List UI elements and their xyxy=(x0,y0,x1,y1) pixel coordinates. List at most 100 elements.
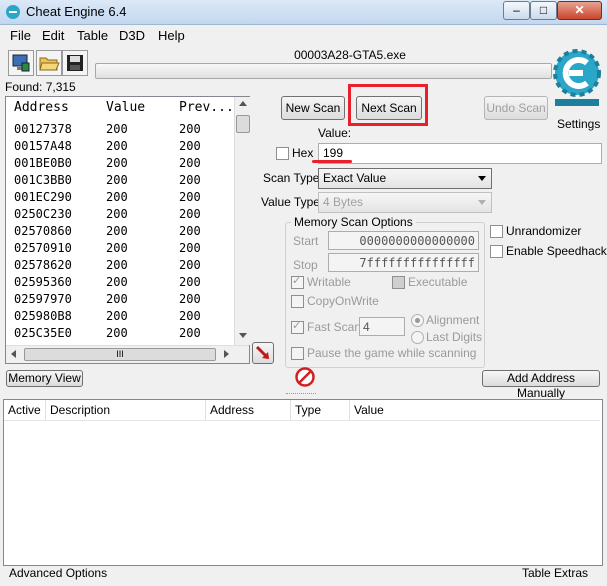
address-table[interactable]: Active Description Address Type Value xyxy=(3,399,603,566)
scan-type-select[interactable]: Exact Value xyxy=(318,168,492,189)
menu-help[interactable]: Help xyxy=(158,28,185,43)
memory-scan-options-label: Memory Scan Options xyxy=(291,215,416,229)
undo-scan-button[interactable]: Undo Scan xyxy=(484,96,548,120)
col-type-header[interactable]: Type xyxy=(291,400,350,420)
col-address-header[interactable]: Address xyxy=(206,400,291,420)
menu-table[interactable]: Table xyxy=(77,28,108,43)
memory-view-button[interactable]: Memory View xyxy=(6,370,83,387)
row-address: 02570860 xyxy=(14,224,72,238)
minimize-button[interactable]: – xyxy=(503,1,530,20)
table-row[interactable]: 001BE0B0 200 200 xyxy=(6,155,234,172)
table-row[interactable]: 00157A48 200 200 xyxy=(6,138,234,155)
open-file-button[interactable] xyxy=(36,50,62,76)
process-name: 00003A28-GTA5.exe xyxy=(294,48,406,62)
executable-label: Executable xyxy=(408,275,468,289)
table-row[interactable]: 02578620 200 200 xyxy=(6,257,234,274)
value-type-value: 4 Bytes xyxy=(323,195,364,209)
col-previous-header[interactable]: Prev... xyxy=(179,97,234,119)
col-active-header[interactable]: Active xyxy=(4,400,46,420)
results-vertical-scrollbar[interactable] xyxy=(234,97,250,345)
table-extras-link[interactable]: Table Extras xyxy=(522,566,588,580)
table-row[interactable]: 02570910 200 200 xyxy=(6,240,234,257)
stop-scan-button[interactable] xyxy=(295,367,315,387)
menu-d3d[interactable]: D3D xyxy=(119,28,145,43)
row-value: 200 xyxy=(106,292,128,306)
value-input[interactable]: 199 xyxy=(318,143,602,164)
value-label: Value: xyxy=(318,126,352,140)
row-previous: 200 xyxy=(179,292,201,306)
scroll-left-icon[interactable] xyxy=(11,350,16,358)
row-value: 200 xyxy=(106,326,128,340)
executable-checkbox[interactable] xyxy=(392,276,405,289)
menu-edit[interactable]: Edit xyxy=(42,28,64,43)
scroll-up-icon[interactable] xyxy=(239,101,247,106)
row-address: 02570910 xyxy=(14,241,72,255)
copyonwrite-checkbox[interactable] xyxy=(291,295,304,308)
add-address-manually-button[interactable]: Add Address Manually xyxy=(482,370,600,400)
value-type-label: Value Type xyxy=(261,195,320,209)
menu-file[interactable]: File xyxy=(10,28,31,43)
advanced-options-link[interactable]: Advanced Options xyxy=(9,566,107,580)
stop-address-input[interactable]: 7fffffffffffffff xyxy=(328,253,479,272)
col-description-header[interactable]: Description xyxy=(46,400,206,420)
hex-checkbox[interactable] xyxy=(276,147,289,160)
row-address: 0250C230 xyxy=(14,207,72,221)
unrandomizer-checkbox[interactable] xyxy=(490,225,503,238)
table-row[interactable]: 02570860 200 200 xyxy=(6,223,234,240)
start-address-input[interactable]: 0000000000000000 xyxy=(328,231,479,250)
col-value-header[interactable]: Value xyxy=(350,400,600,420)
alignment-radio[interactable] xyxy=(411,314,424,327)
red-arrow-icon xyxy=(255,345,270,360)
row-value: 200 xyxy=(106,156,128,170)
speedhack-checkbox[interactable] xyxy=(490,245,503,258)
horizontal-scroll-thumb[interactable]: III xyxy=(24,348,216,361)
scan-type-value: Exact Value xyxy=(323,171,387,185)
title-bar: Cheat Engine 6.4 – □ ✕ xyxy=(0,0,607,25)
row-value: 200 xyxy=(106,258,128,272)
maximize-button[interactable]: □ xyxy=(530,1,557,20)
row-value: 200 xyxy=(106,207,128,221)
unrandomizer-label: Unrandomizer xyxy=(506,224,582,238)
scan-results-list[interactable]: Address Value Prev... 00127378 200 200 0015… xyxy=(5,96,250,364)
row-previous: 200 xyxy=(179,156,201,170)
table-row[interactable]: 02597970 200 200 xyxy=(6,291,234,308)
scroll-thumb[interactable] xyxy=(236,115,250,133)
row-previous: 200 xyxy=(179,275,201,289)
scroll-right-icon[interactable] xyxy=(224,350,229,358)
alignment-label: Alignment xyxy=(426,313,480,327)
settings-link[interactable]: Settings xyxy=(557,117,600,131)
no-entry-icon xyxy=(295,367,315,387)
col-address-header[interactable]: Address xyxy=(14,97,69,119)
row-previous: 200 xyxy=(179,139,201,153)
cheat-engine-logo-icon xyxy=(553,49,601,106)
save-button[interactable] xyxy=(62,50,88,76)
results-horizontal-scrollbar[interactable]: III xyxy=(6,345,249,363)
next-scan-button[interactable]: Next Scan xyxy=(356,96,422,120)
table-row[interactable]: 0250C230 200 200 xyxy=(6,206,234,223)
new-scan-button[interactable]: New Scan xyxy=(281,96,345,120)
cheat-engine-logo[interactable] xyxy=(551,45,603,107)
close-button[interactable]: ✕ xyxy=(557,1,602,20)
table-row[interactable]: 00127378 200 200 xyxy=(6,121,234,138)
table-row[interactable]: 001C3BB0 200 200 xyxy=(6,172,234,189)
table-row[interactable]: 025980B8 200 200 xyxy=(6,308,234,325)
pause-game-checkbox[interactable] xyxy=(291,347,304,360)
col-value-header[interactable]: Value xyxy=(106,97,145,119)
scroll-down-icon[interactable] xyxy=(239,333,247,338)
table-row[interactable]: 025C35E0 200 200 xyxy=(6,325,234,342)
table-row[interactable]: 02595360 200 200 xyxy=(6,274,234,291)
open-process-button[interactable] xyxy=(8,50,34,76)
splitter-grip[interactable] xyxy=(286,393,316,397)
found-count: Found: 7,315 xyxy=(5,80,76,94)
table-row[interactable]: 001EC290 200 200 xyxy=(6,189,234,206)
row-address: 025C35E0 xyxy=(14,326,72,340)
writable-checkbox[interactable] xyxy=(291,274,304,289)
last-digits-radio[interactable] xyxy=(411,331,424,344)
menu-bar: File Edit Table D3D Help xyxy=(0,25,607,46)
stop-label: Stop xyxy=(293,258,318,272)
fast-scan-checkbox[interactable] xyxy=(291,319,304,334)
fast-scan-input[interactable]: 4 xyxy=(359,317,405,336)
row-previous: 200 xyxy=(179,122,201,136)
value-type-select[interactable]: 4 Bytes xyxy=(318,192,492,213)
add-selected-to-list-button[interactable] xyxy=(252,342,274,364)
